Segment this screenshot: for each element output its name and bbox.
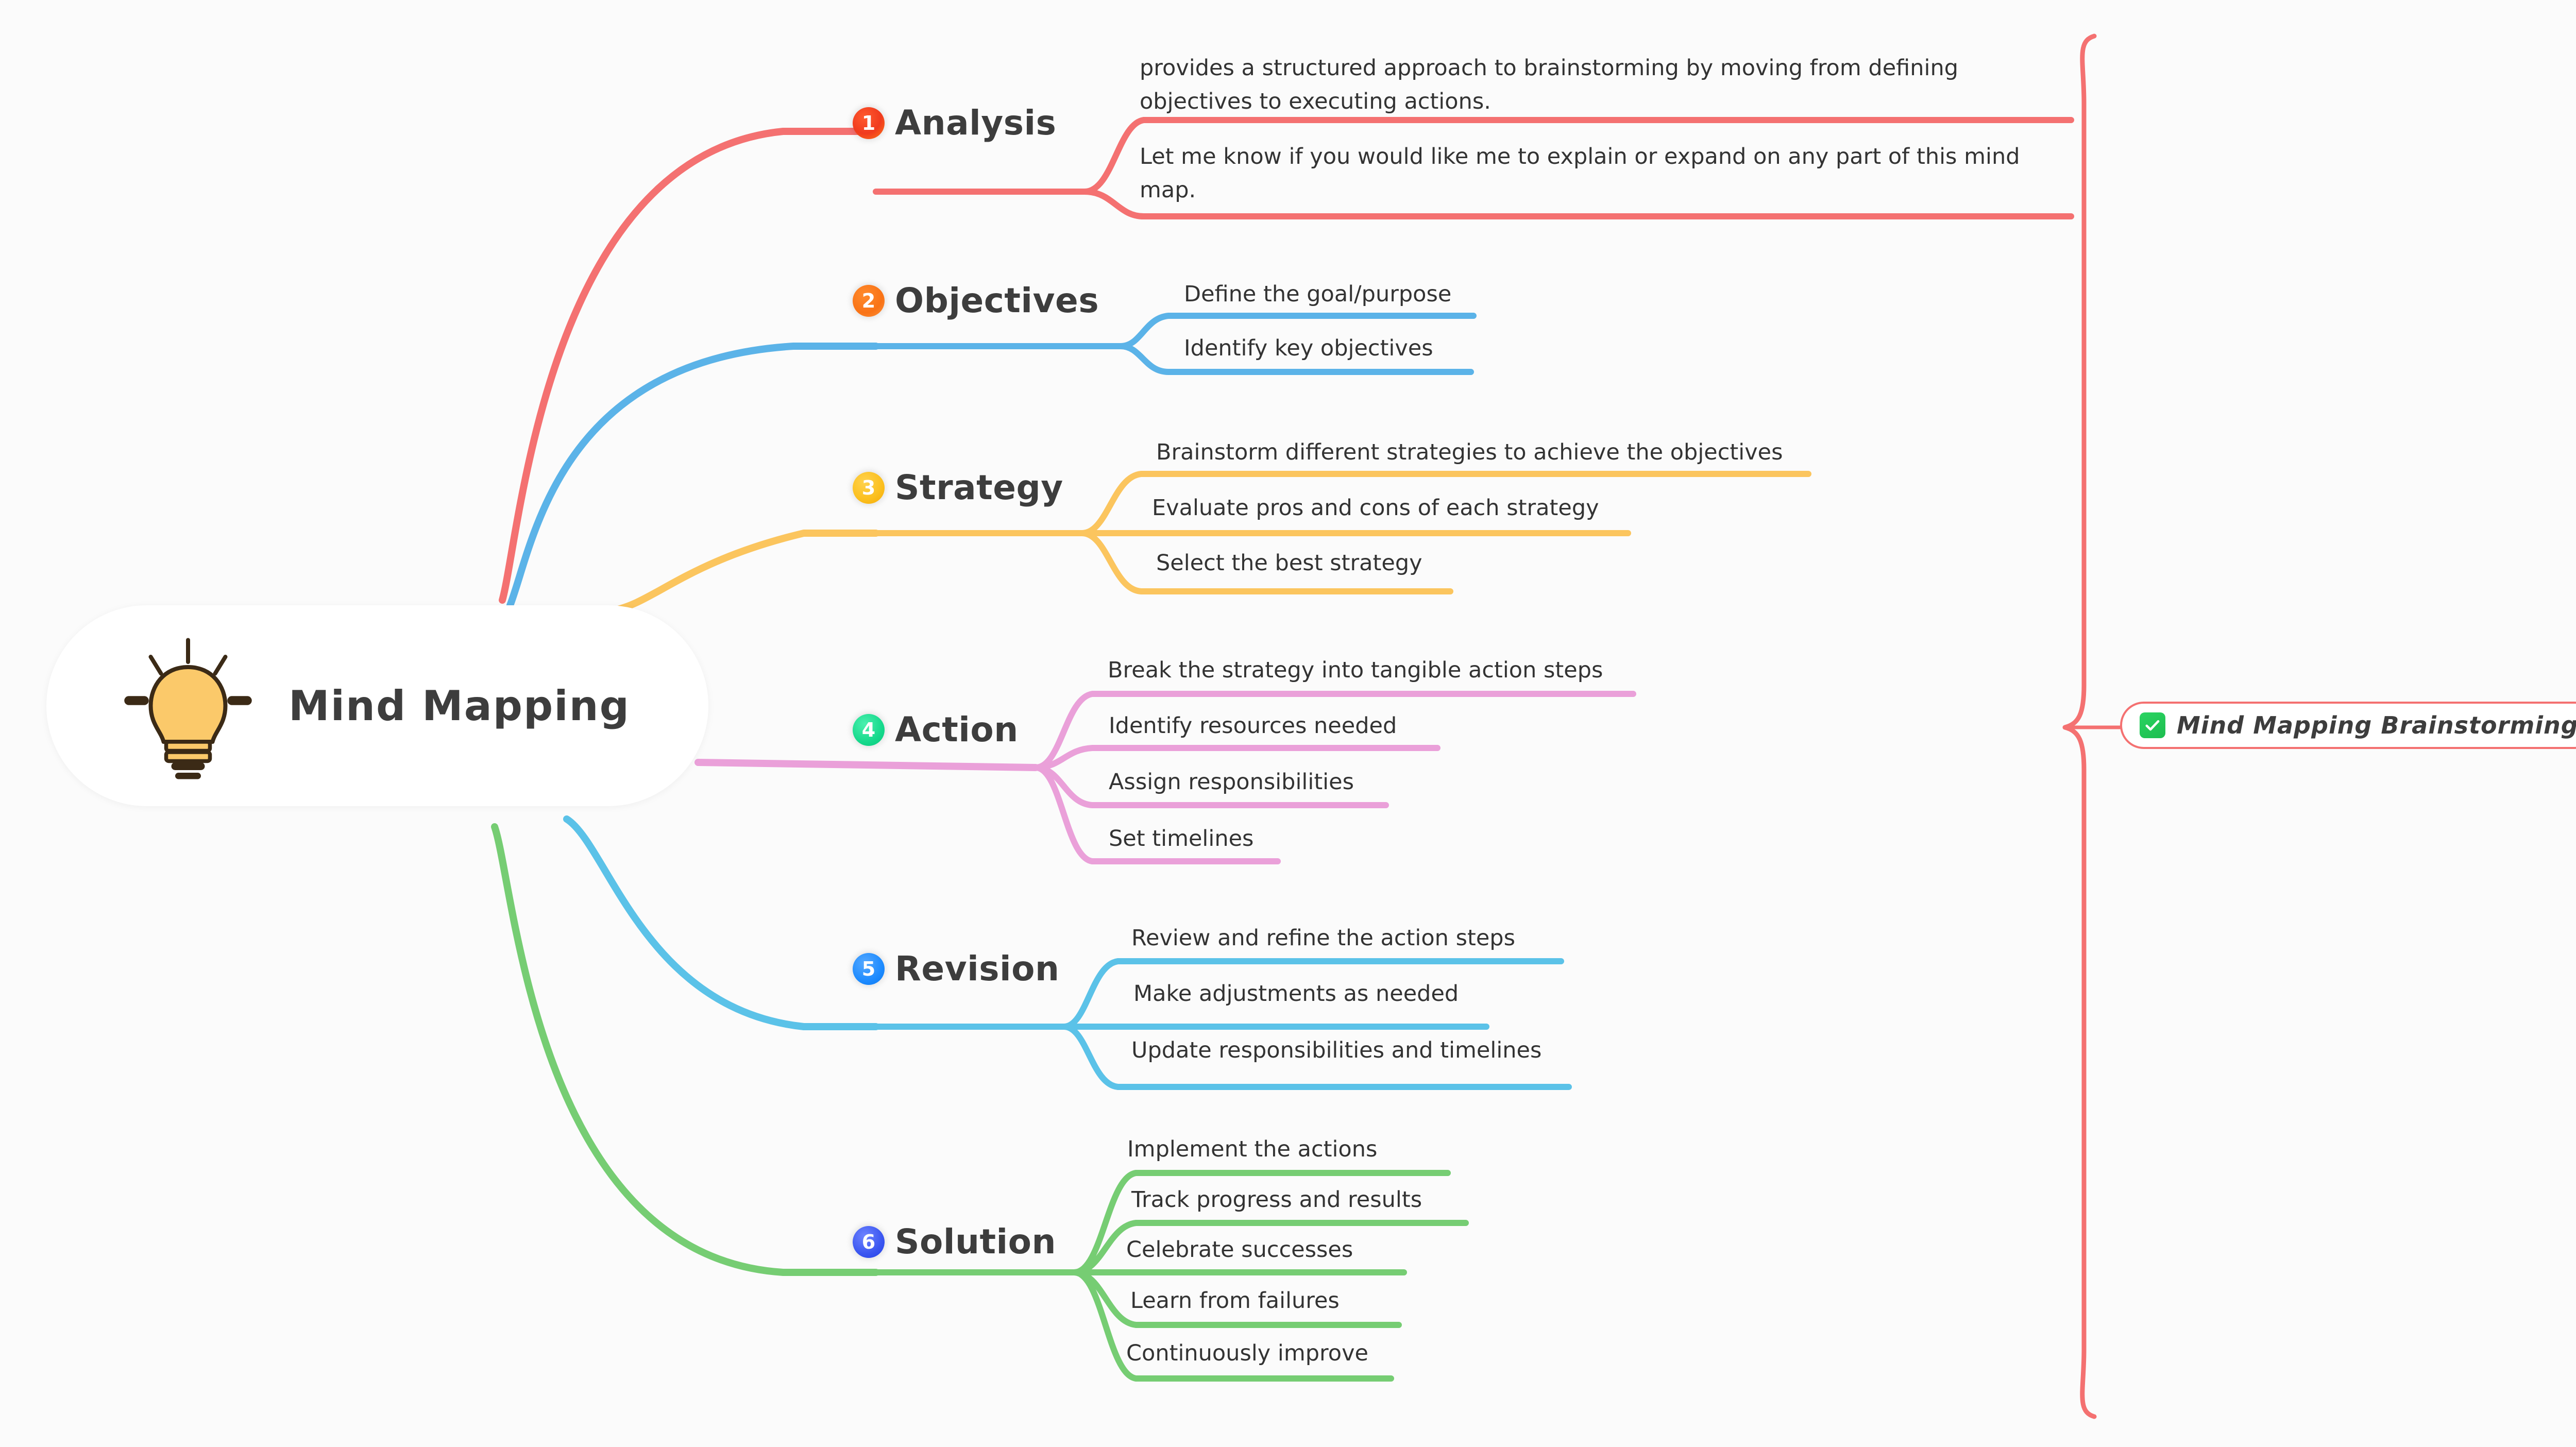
status-badge-label: Mind Mapping Brainstorming	[2177, 711, 2576, 739]
leaf-solution-2[interactable]: Track progress and results	[1131, 1184, 1422, 1216]
topic-revision[interactable]: 5 Revision	[853, 949, 1059, 989]
topic-solution[interactable]: 6 Solution	[853, 1222, 1056, 1262]
topic-label: Strategy	[895, 468, 1063, 507]
status-badge[interactable]: Mind Mapping Brainstorming	[2120, 702, 2576, 749]
leaf-action-4[interactable]: Set timelines	[1109, 823, 1253, 855]
branch-line-solution	[491, 823, 879, 1276]
leaf-line-action-2	[1032, 745, 1440, 771]
topic-action[interactable]: 4 Action	[853, 710, 1019, 750]
topic-label: Analysis	[895, 103, 1057, 143]
topic-number-badge: 6	[853, 1225, 885, 1258]
leaf-action-3[interactable]: Assign responsibilities	[1109, 766, 1354, 798]
topic-objectives[interactable]: 2 Objectives	[853, 281, 1099, 320]
topic-label: Solution	[895, 1222, 1056, 1262]
topic-analysis[interactable]: 1 Analysis	[853, 103, 1056, 143]
leaf-revision-2[interactable]: Make adjustments as needed	[1133, 978, 1459, 1010]
topic-number-badge: 5	[853, 952, 885, 985]
branch-line-strategy	[609, 530, 879, 614]
topic-label: Objectives	[895, 281, 1099, 320]
leaf-objectives-1[interactable]: Define the goal/purpose	[1184, 278, 1451, 310]
leaf-strategy-1[interactable]: Brainstorm different strategies to achie…	[1156, 436, 1783, 468]
leaf-strategy-3[interactable]: Select the best strategy	[1156, 547, 1422, 579]
leaf-analysis-1[interactable]: provides a structured approach to brains…	[1140, 52, 1985, 118]
leaf-objectives-2[interactable]: Identify key objectives	[1184, 332, 1433, 364]
branch-line-objectives	[506, 343, 879, 609]
topic-number-badge: 4	[853, 713, 885, 746]
leaf-action-2[interactable]: Identify resources needed	[1109, 710, 1397, 742]
leaf-solution-3[interactable]: Celebrate successes	[1126, 1234, 1353, 1266]
page-title: Mind Mapping	[289, 682, 630, 730]
topic-label: Action	[895, 710, 1019, 750]
leaf-action-1[interactable]: Break the strategy into tangible action …	[1108, 654, 1603, 686]
leaf-strategy-2[interactable]: Evaluate pros and cons of each strategy	[1152, 492, 1599, 524]
topic-number-badge: 2	[853, 284, 885, 317]
topic-number-badge: 3	[853, 471, 885, 504]
leaf-solution-5[interactable]: Continuously improve	[1126, 1337, 1368, 1369]
leaf-solution-4[interactable]: Learn from failures	[1130, 1285, 1340, 1317]
lightbulb-icon	[103, 621, 273, 791]
check-mark-icon	[2140, 712, 2165, 738]
leaf-revision-1[interactable]: Review and refine the action steps	[1131, 922, 1515, 954]
topic-strategy[interactable]: 3 Strategy	[853, 468, 1063, 507]
branch-line-revision	[563, 815, 879, 1030]
leaf-revision-3[interactable]: Update responsibilities and timelines	[1131, 1034, 1541, 1066]
leaf-solution-1[interactable]: Implement the actions	[1127, 1133, 1377, 1165]
central-topic-node[interactable]: Mind Mapping	[46, 605, 708, 806]
topic-label: Revision	[895, 949, 1060, 989]
branch-line-action	[694, 759, 1039, 771]
leaf-analysis-2[interactable]: Let me know if you would like me to expl…	[1140, 140, 2026, 207]
topic-number-badge: 1	[853, 107, 885, 139]
